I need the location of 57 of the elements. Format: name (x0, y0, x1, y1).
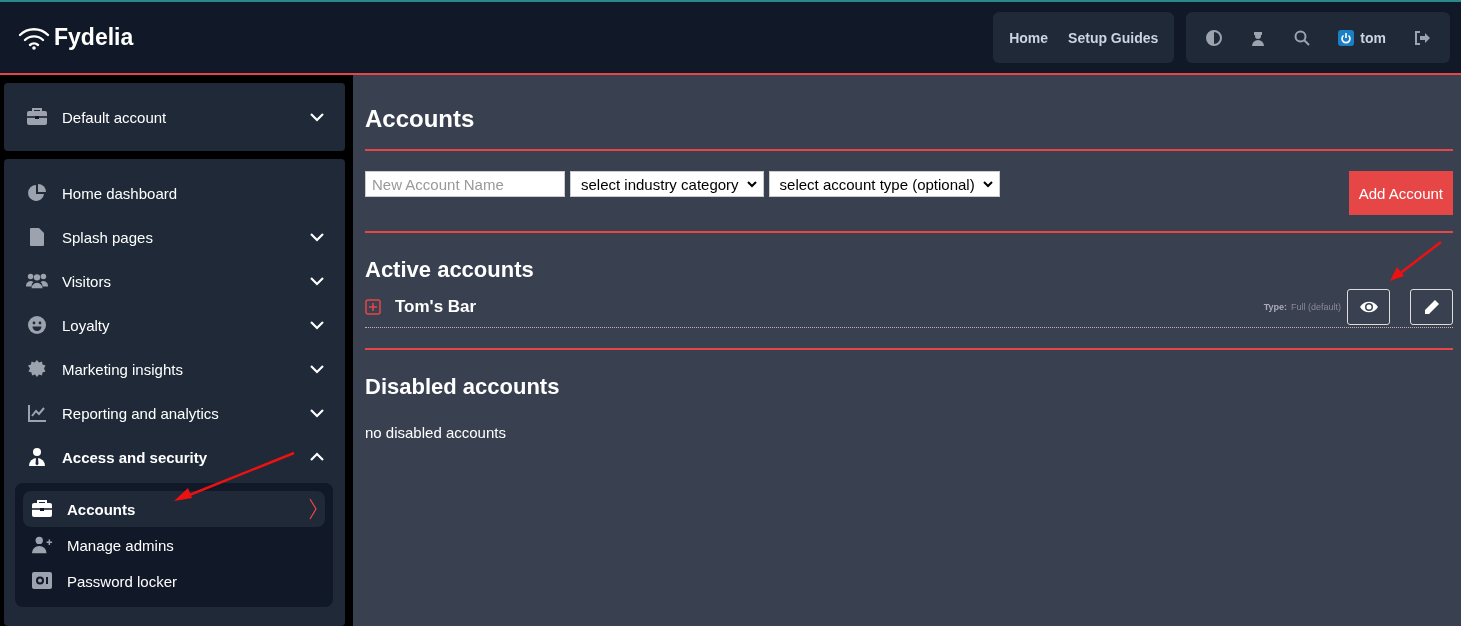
sidebar-item[interactable]: Loyalty (4, 303, 345, 347)
chevron-down-icon[interactable] (309, 364, 325, 374)
section-title: Active accounts (365, 256, 534, 283)
contrast-icon (1206, 29, 1223, 46)
power-icon (1338, 29, 1355, 46)
user-plus-icon (31, 535, 53, 555)
section-title: Disabled accounts (365, 373, 560, 400)
chevron-down-icon[interactable] (309, 408, 325, 418)
sidebar-item[interactable]: Visitors (4, 259, 345, 303)
edit-button[interactable] (1410, 289, 1453, 325)
add-account-button[interactable]: Add Account (1348, 171, 1453, 215)
submenu-item[interactable]: Password locker (23, 563, 325, 599)
page-title: Accounts (365, 75, 1453, 151)
type-label: Type: (1263, 302, 1287, 312)
dropdown[interactable]: select account type (optional) (768, 171, 1000, 197)
logout-icon (1414, 29, 1430, 46)
line-chart-icon (26, 403, 48, 423)
chevron-down-icon[interactable] (309, 276, 325, 286)
annotation-arrow (1388, 240, 1443, 282)
caret-icon (746, 180, 757, 188)
chevron-down-icon[interactable] (309, 112, 325, 122)
sidebar-item[interactable]: Reporting and analytics (4, 391, 345, 435)
dropdown[interactable]: select industry category (570, 171, 764, 197)
wifi-icon (18, 25, 50, 50)
expand-icon[interactable] (365, 299, 381, 315)
user-menu[interactable]: tom (1324, 29, 1400, 46)
type-value: Full (default) (1290, 302, 1341, 312)
users-icon (26, 271, 48, 291)
sidebar-item[interactable]: Splash pages (4, 215, 345, 259)
caret-icon (982, 180, 993, 188)
smiley-icon (26, 315, 48, 335)
nav-link[interactable]: Home (999, 29, 1059, 46)
submenu-item[interactable]: Accounts (23, 491, 325, 527)
chevron-up-icon[interactable] (309, 452, 325, 462)
badge-icon (26, 359, 48, 379)
pie-chart-icon (26, 183, 48, 203)
sidebar-item[interactable]: Marketing insights (4, 347, 345, 391)
safe-icon (31, 571, 53, 591)
sidebar-item[interactable]: Access and security (4, 435, 345, 479)
chevron-down-icon[interactable] (309, 232, 325, 242)
view-button[interactable] (1347, 289, 1390, 325)
brand-name: Fydelia (54, 24, 134, 51)
search-icon (1294, 29, 1311, 46)
person-icon (26, 447, 48, 467)
account-name-field[interactable]: New Account Name (365, 171, 565, 197)
active-marker-icon (309, 498, 317, 520)
account-name: Tom's Bar (395, 297, 478, 317)
briefcase-icon (26, 107, 48, 127)
account-switcher[interactable]: Default account (4, 83, 345, 151)
nav-link[interactable]: Setup Guides (1058, 29, 1169, 46)
account-name: Default account (62, 108, 168, 126)
sidebar-item[interactable]: Home dashboard (4, 171, 345, 215)
briefcase-icon (31, 499, 53, 519)
person-icon (1250, 29, 1267, 46)
chevron-down-icon[interactable] (309, 320, 325, 330)
submenu-item[interactable]: Manage admins (23, 527, 325, 563)
empty-message: no disabled accounts (365, 423, 507, 441)
